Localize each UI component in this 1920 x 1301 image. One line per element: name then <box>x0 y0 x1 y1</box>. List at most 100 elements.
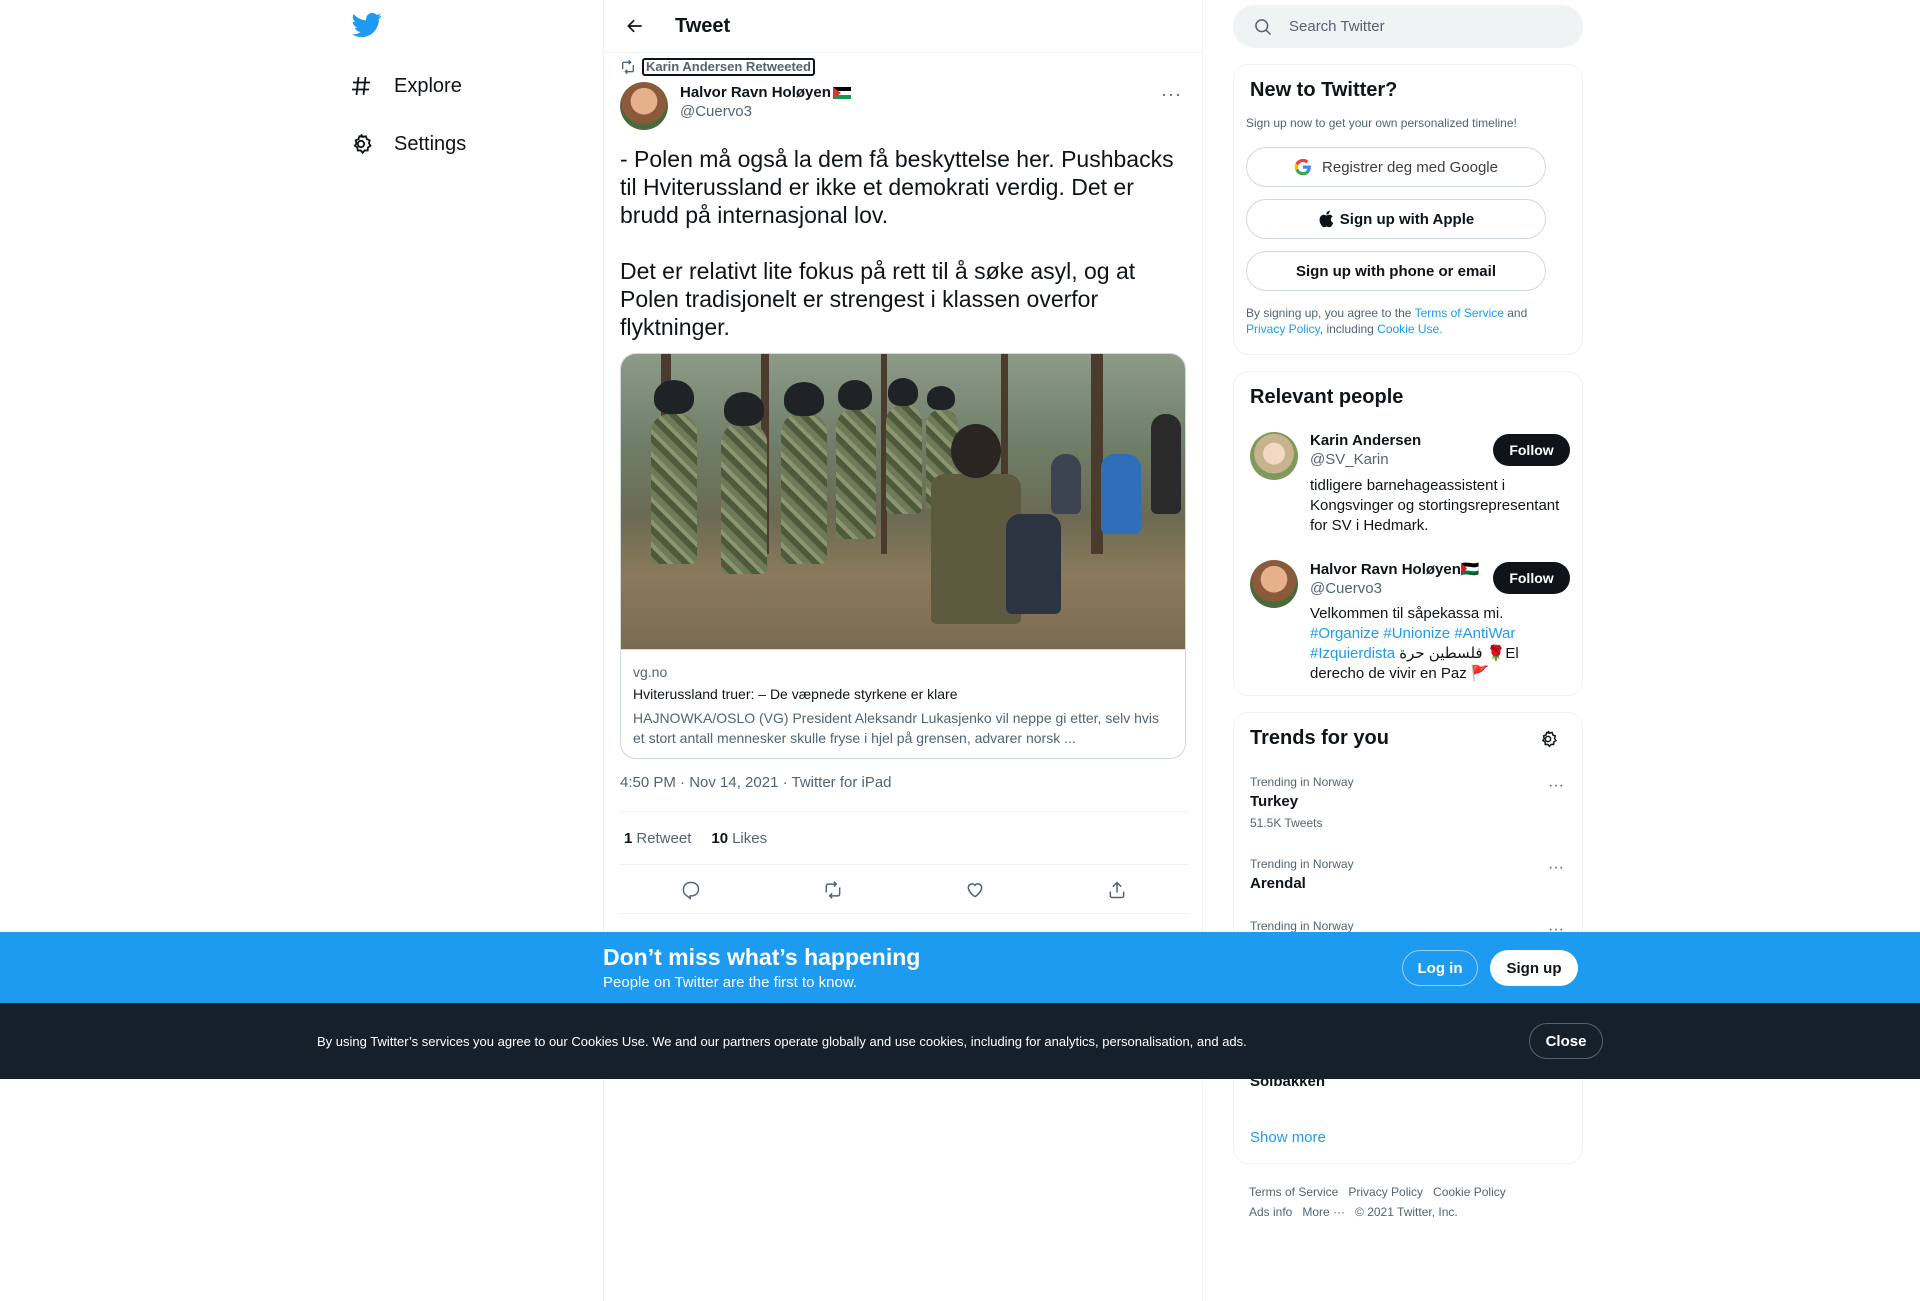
gear-icon <box>348 131 374 157</box>
new-to-twitter-box: New to Twitter? Sign up now to get your … <box>1233 64 1583 355</box>
person-handle: @SV_Karin <box>1310 451 1389 468</box>
trend-item[interactable]: Trending in Norway Turkey 51.5K Tweets ·… <box>1250 775 1570 830</box>
tweet-actions <box>620 866 1188 914</box>
footer-link[interactable]: Cookie Policy <box>1433 1185 1506 1199</box>
relevant-people-box: Relevant people Karin Andersen @SV_Karin… <box>1233 371 1583 696</box>
reply-icon <box>682 881 700 900</box>
trend-context: Trending in Norway <box>1250 857 1354 871</box>
terms-text-2: and <box>1503 306 1528 320</box>
phone-email-signup-button[interactable]: Sign up with phone or email <box>1246 251 1546 291</box>
more-options-icon[interactable]: ··· <box>1548 777 1564 795</box>
reply-button[interactable] <box>674 873 708 907</box>
new-to-twitter-title: New to Twitter? <box>1250 79 1398 101</box>
hashtag-icon <box>348 73 374 99</box>
follow-button[interactable]: Follow <box>1493 434 1570 466</box>
google-icon <box>1294 158 1311 176</box>
like-count[interactable]: 10 Likes <box>711 830 767 847</box>
trend-item[interactable]: Trending in Norway Arendal ··· <box>1250 857 1570 892</box>
signup-terms: By signing up, you agree to the Terms of… <box>1246 305 1566 337</box>
nav-explore[interactable]: Explore <box>348 64 462 108</box>
search-input[interactable] <box>1289 18 1549 35</box>
retweet-count[interactable]: 1 Retweet <box>624 830 691 847</box>
heart-icon <box>967 882 983 898</box>
google-signup-button[interactable]: Registrer deg med Google <box>1246 147 1546 187</box>
retweet-icon <box>622 59 634 75</box>
person-name: Halvor Ravn Holøyen🇵🇸 <box>1310 561 1480 578</box>
trend-name: Arendal <box>1250 875 1306 892</box>
share-icon <box>1109 880 1125 898</box>
like-number: 10 <box>711 829 729 847</box>
signup-button[interactable]: Sign up <box>1490 950 1578 986</box>
avatar[interactable] <box>620 82 668 130</box>
gear-icon[interactable] <box>1538 729 1558 749</box>
footer-link[interactable]: Ads info <box>1249 1205 1292 1219</box>
apple-signup-label: Sign up with Apple <box>1339 210 1475 228</box>
tweet-author: Halvor Ravn Holøyen @Cuervo3 <box>620 82 851 130</box>
retweet-button[interactable] <box>816 873 850 907</box>
footer-link[interactable]: Privacy Policy <box>1348 1185 1423 1199</box>
author-handle[interactable]: @Cuervo3 <box>680 103 851 120</box>
like-button[interactable] <box>958 873 992 907</box>
card-title: Hviterussland truer: – De væpnede styrke… <box>633 686 958 702</box>
author-name-row[interactable]: Halvor Ravn Holøyen <box>680 84 851 101</box>
card-image <box>621 354 1185 650</box>
link-card[interactable]: vg.no Hviterussland truer: – De væpnede … <box>620 353 1186 759</box>
twitter-bird-icon[interactable] <box>352 10 382 40</box>
apple-signup-button[interactable]: Sign up with Apple <box>1246 199 1546 239</box>
nav-settings[interactable]: Settings <box>348 122 466 166</box>
nav-explore-label: Explore <box>394 74 462 97</box>
retweet-label: Retweet <box>636 829 692 847</box>
arrow-left-icon <box>627 19 642 33</box>
trend-count: 51.5K Tweets <box>1250 816 1323 830</box>
terms-of-service-link[interactable]: Terms of Service <box>1415 306 1504 320</box>
footer-links: Terms of Service Privacy Policy Cookie Pol… <box>1249 1182 1579 1222</box>
follow-button[interactable]: Follow <box>1493 562 1570 594</box>
trend-name: Turkey <box>1250 793 1299 810</box>
show-more-link[interactable]: Show more <box>1250 1129 1326 1146</box>
more-options-icon[interactable]: ··· <box>1161 84 1182 105</box>
like-label: Likes <box>732 829 768 847</box>
cookie-use-link[interactable]: Cookie Use. <box>1377 322 1442 336</box>
tweet-header: Tweet <box>604 0 1202 53</box>
person-name: Karin Andersen <box>1310 432 1422 449</box>
person-handle: @Cuervo3 <box>1310 580 1382 597</box>
new-to-twitter-subtitle: Sign up now to get your own personalized… <box>1246 116 1517 130</box>
close-button[interactable]: Close <box>1529 1023 1603 1059</box>
person-bio: Velkommen til såpekassa mi. #Organize #U… <box>1310 604 1570 684</box>
cookie-banner: By using Twitter’s services you agree to… <box>0 1003 1920 1079</box>
tweet-stats: 1 Retweet 10 Likes <box>620 811 1188 865</box>
retweet-icon <box>825 880 841 899</box>
signup-banner: Don’t miss what’s happening People on Tw… <box>0 932 1920 1003</box>
terms-text-3: , including <box>1319 322 1378 336</box>
page-title: Tweet <box>675 14 731 37</box>
footer-more-link[interactable]: More ··· <box>1302 1205 1345 1219</box>
nav-settings-label: Settings <box>394 132 467 155</box>
terms-text-1: By signing up, you agree to the <box>1246 306 1415 320</box>
footer-link[interactable]: Terms of Service <box>1249 1185 1338 1199</box>
avatar[interactable] <box>1250 560 1298 608</box>
tweet-timestamp[interactable]: 4:50 PM · Nov 14, 2021 · Twitter for iPa… <box>620 774 892 791</box>
person-item[interactable]: Halvor Ravn Holøyen🇵🇸 @Cuervo3 Follow Ve… <box>1250 560 1570 690</box>
relevant-people-title: Relevant people <box>1250 386 1404 408</box>
card-domain: vg.no <box>633 664 668 680</box>
back-button[interactable] <box>618 9 652 43</box>
card-description: HAJNOWKA/OSLO (VG) President Aleksandr L… <box>633 710 1160 746</box>
privacy-policy-link[interactable]: Privacy Policy <box>1246 322 1320 336</box>
login-button[interactable]: Log in <box>1402 950 1478 986</box>
retweeted-by-link[interactable]: Karin Andersen Retweeted <box>642 58 815 76</box>
copyright: © 2021 Twitter, Inc. <box>1355 1205 1458 1219</box>
avatar[interactable] <box>1250 432 1298 480</box>
main-column: Tweet Karin Andersen Retweeted Halvor Ra… <box>603 0 1203 1301</box>
banner-title: Don’t miss what’s happening <box>603 944 921 970</box>
author-name: Halvor Ravn Holøyen <box>680 84 831 101</box>
share-button[interactable] <box>1100 873 1134 907</box>
person-item[interactable]: Karin Andersen @SV_Karin Follow tidliger… <box>1250 432 1570 542</box>
apple-icon <box>1319 210 1333 228</box>
person-bio-text: Velkommen til såpekassa mi. <box>1310 605 1504 622</box>
trend-context: Trending in Norway <box>1250 775 1354 789</box>
more-options-icon[interactable]: ··· <box>1548 859 1564 877</box>
trend-item[interactable]: Trending in Norway ··· <box>1250 919 1570 938</box>
retweet-number: 1 <box>624 829 633 847</box>
palestine-flag-icon <box>832 86 851 99</box>
search-bar[interactable] <box>1233 5 1583 48</box>
